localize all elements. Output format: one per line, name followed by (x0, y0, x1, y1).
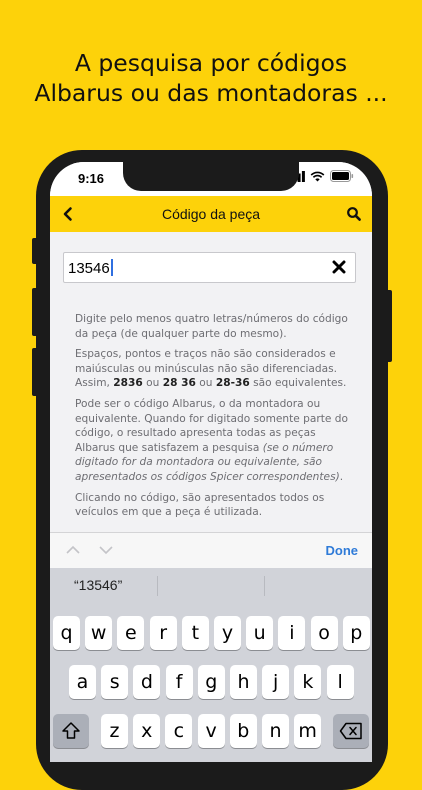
keyboard-accessory-bar: Done (50, 532, 372, 569)
key-j[interactable]: j (262, 665, 290, 699)
key-t[interactable]: t (181, 616, 209, 650)
key-v[interactable]: v (197, 714, 225, 748)
key-d[interactable]: d (133, 665, 161, 699)
done-button[interactable]: Done (326, 543, 359, 558)
headline-line-1: A pesquisa por códigos (74, 49, 348, 77)
navigation-bar: Código da peça (50, 196, 372, 232)
wifi-icon (310, 171, 325, 181)
phone-volume-down-button (32, 348, 38, 396)
key-r[interactable]: r (149, 616, 177, 650)
help-paragraph-1: Digite pelo menos quatro letras/números … (75, 313, 348, 340)
key-y[interactable]: y (214, 616, 241, 650)
chevron-up-icon[interactable] (65, 544, 81, 556)
keyboard: “13546” qwertyuiop asdfghjkl zxcvbnm (50, 568, 372, 762)
backspace-icon (339, 722, 362, 740)
key-a[interactable]: a (69, 665, 96, 699)
phone-notch (123, 162, 299, 191)
code-search-field[interactable]: 13546 (63, 252, 356, 283)
chevron-down-icon[interactable] (98, 544, 114, 556)
key-k[interactable]: k (294, 665, 322, 699)
key-z[interactable]: z (101, 714, 128, 748)
app-screen: 9:16 Código da peça 13546 Digite pelo me… (50, 162, 372, 762)
suggestion-divider (264, 576, 265, 596)
key-e[interactable]: e (117, 616, 145, 650)
key-l[interactable]: l (326, 665, 354, 699)
search-icon[interactable] (346, 205, 362, 223)
key-p[interactable]: p (342, 616, 370, 650)
key-i[interactable]: i (278, 616, 306, 650)
phone-volume-up-button (32, 288, 38, 336)
phone-side-button (32, 238, 38, 264)
delete-key[interactable] (333, 714, 369, 748)
help-paragraph-4: Clicando no código, são apresentados tod… (75, 491, 325, 519)
help-text: Digite pelo menos quatro letras/números … (75, 312, 350, 526)
text-caret (110, 259, 113, 276)
code-search-value[interactable]: 13546 (68, 259, 113, 277)
shift-key[interactable] (53, 714, 89, 748)
key-u[interactable]: u (246, 616, 274, 650)
key-o[interactable]: o (310, 616, 338, 650)
battery-icon (330, 170, 354, 182)
key-q[interactable]: q (53, 616, 80, 650)
suggestion-divider (157, 576, 158, 596)
key-x[interactable]: x (133, 714, 161, 748)
key-f[interactable]: f (165, 665, 193, 699)
key-h[interactable]: h (230, 665, 257, 699)
key-w[interactable]: w (85, 616, 113, 650)
promo-headline: A pesquisa por códigos Albarus ou das mo… (0, 48, 422, 108)
phone-power-button (386, 290, 392, 362)
main-content: 13546 Digite pelo menos quatro letras/nú… (50, 232, 372, 532)
key-m[interactable]: m (294, 714, 322, 748)
shift-icon (62, 722, 80, 739)
clear-icon[interactable] (332, 260, 346, 274)
key-s[interactable]: s (101, 665, 129, 699)
page-title: Código da peça (161, 206, 261, 222)
headline-line-2: Albarus ou das montadoras ... (34, 79, 388, 107)
key-b[interactable]: b (229, 714, 257, 748)
help-paragraph-2: Espaços, pontos e traços não são conside… (75, 348, 347, 390)
status-time: 9:16 (78, 171, 105, 186)
key-n[interactable]: n (262, 714, 289, 748)
key-g[interactable]: g (197, 665, 225, 699)
help-paragraph-3: Pode ser o código Albarus, o da montador… (75, 397, 348, 483)
suggestion-bar: “13546” (50, 568, 372, 604)
key-c[interactable]: c (165, 714, 193, 748)
suggestion-item[interactable]: “13546” (74, 577, 122, 593)
